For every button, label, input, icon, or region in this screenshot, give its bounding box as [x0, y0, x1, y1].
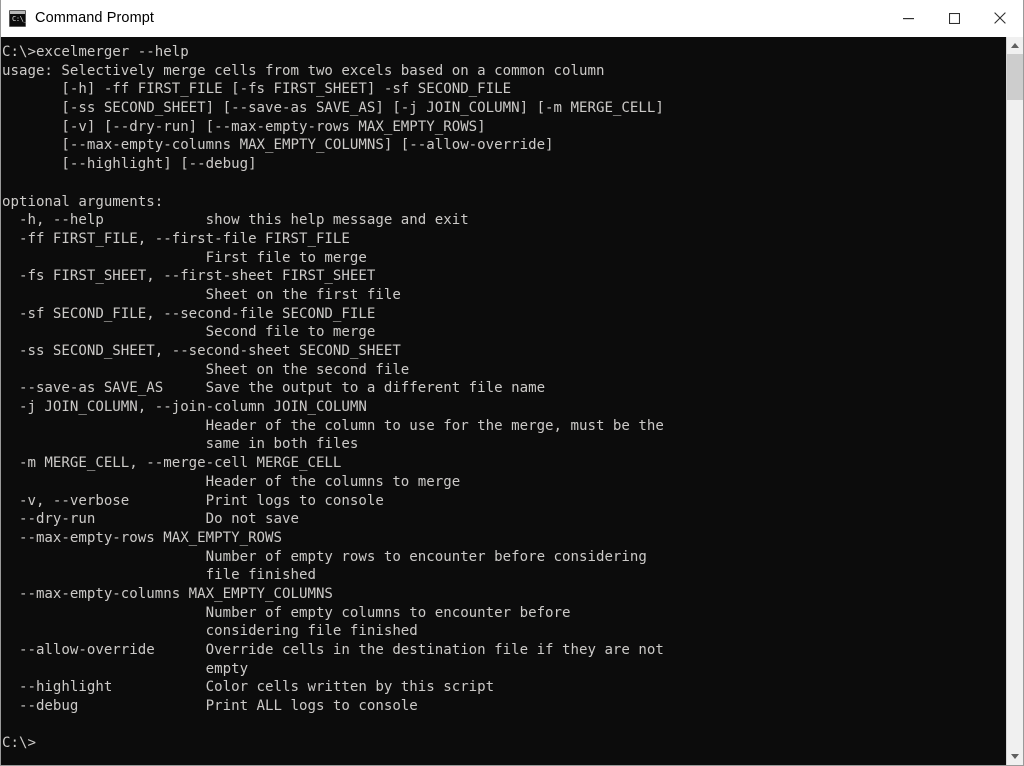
console-area: C:\>excelmerger --help usage: Selectively…	[1, 37, 1023, 765]
console-line: -fs FIRST_SHEET, --first-sheet FIRST_SHE…	[2, 268, 376, 285]
scroll-up-arrow[interactable]	[1007, 37, 1023, 54]
console-line: Number of empty rows to encounter before…	[2, 548, 647, 565]
command-prompt-icon: C:\_	[9, 9, 28, 27]
vertical-scrollbar[interactable]	[1006, 37, 1023, 765]
console-line: -m MERGE_CELL, --merge-cell MERGE_CELL	[2, 455, 342, 472]
scroll-down-arrow[interactable]	[1007, 748, 1023, 765]
console-line: [--max-empty-columns MAX_EMPTY_COLUMNS] …	[2, 137, 554, 154]
console-line: -j JOIN_COLUMN, --join-column JOIN_COLUM…	[2, 399, 367, 416]
close-icon	[994, 12, 1006, 24]
console-line: -h, --help show this help message and ex…	[2, 212, 469, 229]
console-line: --max-empty-columns MAX_EMPTY_COLUMNS	[2, 585, 333, 602]
console-output[interactable]: C:\>excelmerger --help usage: Selectively…	[1, 37, 1006, 765]
console-line: Sheet on the second file	[2, 361, 410, 378]
console-line: --max-empty-rows MAX_EMPTY_ROWS	[2, 529, 283, 546]
console-line: file finished	[2, 567, 316, 584]
titlebar-window-controls	[885, 0, 1023, 36]
chevron-up-icon	[1011, 43, 1019, 48]
console-line: same in both files	[2, 436, 359, 453]
titlebar-left-group: C:\_ Command Prompt	[1, 9, 885, 27]
console-line: -ff FIRST_FILE, --first-file FIRST_FILE	[2, 230, 350, 247]
console-line: First file to merge	[2, 249, 367, 266]
maximize-icon	[948, 12, 960, 24]
maximize-button[interactable]	[931, 0, 977, 36]
console-line: -sf SECOND_FILE, --second-file SECOND_FI…	[2, 305, 376, 322]
console-line: [-v] [--dry-run] [--max-empty-rows MAX_E…	[2, 118, 486, 135]
console-line: --debug Print ALL logs to console	[2, 698, 418, 715]
console-line: Header of the column to use for the merg…	[2, 417, 664, 434]
window-titlebar[interactable]: C:\_ Command Prompt	[1, 0, 1023, 37]
console-line: [-ss SECOND_SHEET] [--save-as SAVE_AS] […	[2, 100, 664, 117]
console-line: empty	[2, 660, 249, 677]
chevron-down-icon	[1011, 754, 1019, 759]
console-line: Number of empty columns to encounter bef…	[2, 604, 571, 621]
console-line: -ss SECOND_SHEET, --second-sheet SECOND_…	[2, 343, 401, 359]
console-line: -v, --verbose Print logs to console	[2, 492, 384, 509]
scrollbar-track[interactable]	[1007, 54, 1023, 748]
console-line: --save-as SAVE_AS Save the output to a d…	[2, 380, 546, 397]
command-prompt-window: C:\_ Command Prompt C:\>excelmerger --he…	[0, 0, 1024, 766]
console-line: [-h] -ff FIRST_FILE [-fs FIRST_SHEET] -s…	[2, 81, 512, 98]
window-title: Command Prompt	[35, 10, 155, 26]
console-line: --dry-run Do not save	[2, 511, 299, 528]
console-line: [--highlight] [--debug]	[2, 156, 257, 173]
console-line: considering file finished	[2, 623, 418, 640]
console-line: Sheet on the first file	[2, 286, 401, 303]
minimize-icon	[902, 17, 914, 19]
console-line: usage: Selectively merge cells from two …	[2, 62, 605, 79]
scroll-thumb[interactable]	[1007, 54, 1023, 100]
console-line: Header of the columns to merge	[2, 473, 461, 490]
minimize-button[interactable]	[885, 0, 931, 36]
command-prompt-icon-glyph: C:\_	[12, 14, 28, 23]
console-line: optional arguments:	[2, 193, 164, 210]
console-line: C:\>	[2, 735, 36, 752]
console-line: --highlight Color cells written by this …	[2, 679, 495, 696]
console-line: --allow-override Override cells in the d…	[2, 642, 664, 658]
console-line: Second file to merge	[2, 324, 376, 341]
close-button[interactable]	[977, 0, 1023, 36]
console-line: C:\>excelmerger --help	[2, 44, 189, 60]
